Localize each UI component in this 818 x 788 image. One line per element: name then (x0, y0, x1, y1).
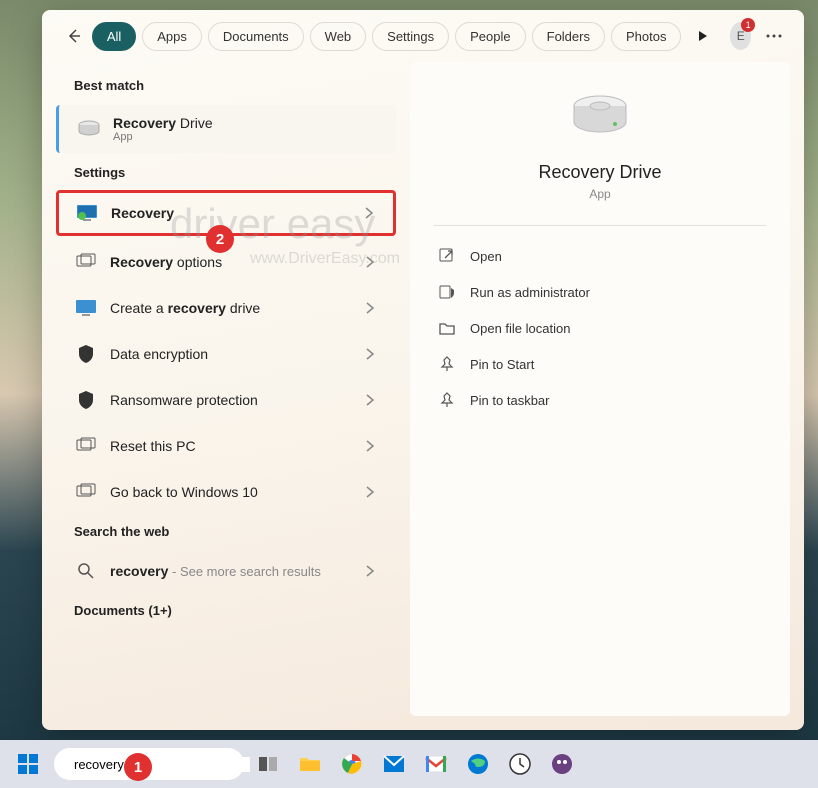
ellipsis-icon (766, 34, 782, 38)
taskbar-mail[interactable] (376, 746, 412, 782)
result-title: Create a recovery drive (110, 300, 350, 316)
preview-panel: Recovery Drive App Open Run as administr… (410, 62, 790, 716)
divider (434, 225, 766, 226)
chevron-right-icon (362, 254, 378, 270)
best-match-label: Best match (56, 70, 396, 101)
more-options-button[interactable] (763, 22, 784, 50)
pin-icon (438, 355, 456, 373)
preview-title: Recovery Drive (538, 162, 661, 183)
more-tabs-icon[interactable] (695, 26, 710, 46)
action-open[interactable]: Open (434, 238, 766, 274)
action-label: Open (470, 249, 502, 264)
tab-folders[interactable]: Folders (532, 22, 605, 51)
system-icon (74, 434, 98, 458)
start-button[interactable] (8, 744, 48, 784)
web-label: Search the web (56, 516, 396, 547)
chevron-right-icon (362, 484, 378, 500)
result-title: Recovery (111, 205, 349, 221)
chevron-right-icon (362, 392, 378, 408)
action-pin-taskbar[interactable]: Pin to taskbar (434, 382, 766, 418)
action-open-location[interactable]: Open file location (434, 310, 766, 346)
settings-item-go-back-windows-10[interactable]: Go back to Windows 10 (56, 470, 396, 514)
settings-item-create-recovery-drive[interactable]: Create a recovery drive (56, 286, 396, 330)
monitor-recovery-icon (75, 201, 99, 225)
chevron-right-icon (362, 346, 378, 362)
drive-icon (77, 117, 101, 141)
settings-label: Settings (56, 157, 396, 188)
search-results-panel: All Apps Documents Web Settings People F… (42, 10, 804, 730)
pin-icon (438, 391, 456, 409)
result-title: Data encryption (110, 346, 350, 362)
taskbar-app-icon[interactable] (544, 746, 580, 782)
taskbar-app-icon[interactable] (502, 746, 538, 782)
back-button[interactable] (62, 20, 86, 52)
action-pin-start[interactable]: Pin to Start (434, 346, 766, 382)
search-input[interactable] (74, 757, 250, 772)
result-title: Ransomware protection (110, 392, 350, 408)
system-icon (74, 250, 98, 274)
result-title: Recovery options (110, 254, 350, 270)
filter-tabs: All Apps Documents Web Settings People F… (92, 22, 682, 51)
result-title: Reset this PC (110, 438, 350, 454)
annotation-2: 2 (206, 225, 234, 253)
system-icon (74, 480, 98, 504)
documents-label: Documents (1+) (56, 595, 396, 626)
action-label: Run as administrator (470, 285, 590, 300)
result-title: Go back to Windows 10 (110, 484, 350, 500)
action-label: Open file location (470, 321, 570, 336)
settings-item-ransomware[interactable]: Ransomware protection (56, 378, 396, 422)
chevron-right-icon (361, 205, 377, 221)
results-column: Best match Recovery Drive App Settings R… (56, 62, 396, 716)
settings-item-reset-pc[interactable]: Reset this PC (56, 424, 396, 468)
annotation-1: 1 (124, 753, 152, 781)
tab-settings[interactable]: Settings (372, 22, 449, 51)
back-arrow-icon (66, 28, 82, 44)
web-search-item[interactable]: recovery - See more search results (56, 549, 396, 593)
taskbar-gmail-icon[interactable] (418, 746, 454, 782)
shield-icon (74, 342, 98, 366)
action-label: Pin to Start (470, 357, 534, 372)
best-match-result[interactable]: Recovery Drive App (56, 105, 396, 153)
shield-icon (74, 388, 98, 412)
tab-photos[interactable]: Photos (611, 22, 681, 51)
best-match-subtitle: App (113, 131, 378, 143)
taskbar-task-view[interactable] (250, 746, 286, 782)
taskbar-explorer[interactable] (292, 746, 328, 782)
header: All Apps Documents Web Settings People F… (42, 10, 804, 62)
taskbar-edge[interactable] (460, 746, 496, 782)
user-avatar[interactable]: E 1 (730, 22, 751, 50)
taskbar (0, 740, 818, 788)
result-title: recovery - See more search results (110, 563, 350, 579)
chevron-right-icon (362, 300, 378, 316)
admin-icon (438, 283, 456, 301)
open-icon (438, 247, 456, 265)
search-icon (74, 559, 98, 583)
monitor-icon (74, 296, 98, 320)
preview-subtitle: App (589, 187, 610, 201)
windows-icon (16, 752, 40, 776)
chevron-right-icon (362, 563, 378, 579)
notification-badge: 1 (741, 18, 755, 32)
action-list: Open Run as administrator Open file loca… (434, 238, 766, 418)
best-match-title: Recovery Drive (113, 115, 378, 131)
tab-people[interactable]: People (455, 22, 525, 51)
drive-icon-large (570, 92, 630, 142)
tab-documents[interactable]: Documents (208, 22, 304, 51)
folder-icon (438, 319, 456, 337)
chevron-right-icon (362, 438, 378, 454)
tab-all[interactable]: All (92, 22, 136, 51)
tab-apps[interactable]: Apps (142, 22, 202, 51)
settings-item-data-encryption[interactable]: Data encryption (56, 332, 396, 376)
action-run-admin[interactable]: Run as administrator (434, 274, 766, 310)
tab-web[interactable]: Web (310, 22, 367, 51)
action-label: Pin to taskbar (470, 393, 550, 408)
taskbar-chrome[interactable] (334, 746, 370, 782)
